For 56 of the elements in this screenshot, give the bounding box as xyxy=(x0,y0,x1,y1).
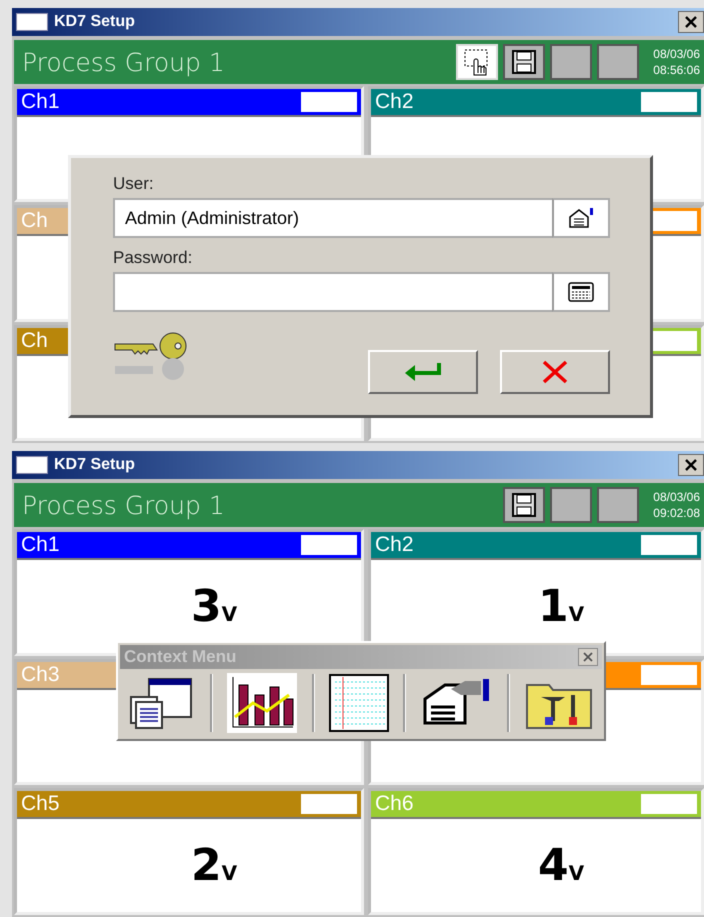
channel-label: Ch xyxy=(21,209,48,234)
chart-icon[interactable] xyxy=(227,673,298,733)
close-icon xyxy=(684,15,698,29)
channel-label: Ch xyxy=(21,328,48,353)
indicator-box xyxy=(641,794,697,814)
channel-value: 2V xyxy=(190,840,238,892)
close-icon xyxy=(684,458,698,472)
close-button[interactable] xyxy=(678,454,704,476)
user-card-icon xyxy=(568,207,594,229)
group-title: Process Group 1 xyxy=(22,490,226,520)
keyboard-button[interactable] xyxy=(552,272,610,312)
cancel-button[interactable] xyxy=(500,350,610,394)
channel-label: Ch6 xyxy=(375,792,414,816)
touch-button[interactable] xyxy=(456,44,498,80)
channel-value: 3V xyxy=(190,580,238,632)
window-title: KD7 Setup xyxy=(54,13,136,31)
user-list-button[interactable] xyxy=(552,198,610,238)
indicator-box xyxy=(641,535,697,555)
close-button[interactable] xyxy=(678,11,704,33)
password-label: Password: xyxy=(113,248,194,268)
indicator-box xyxy=(641,92,697,112)
channel-label: Ch3 xyxy=(21,662,60,687)
window-title: KD7 Setup xyxy=(54,456,136,474)
channel-label: Ch2 xyxy=(375,533,414,557)
enter-arrow-icon xyxy=(403,361,443,383)
toolbar-button[interactable] xyxy=(597,44,640,80)
group-title: Process Group 1 xyxy=(22,48,226,76)
channel-value: 1V xyxy=(538,580,584,632)
indicator-box xyxy=(301,92,357,112)
window-icon xyxy=(16,456,48,474)
close-icon xyxy=(582,651,594,663)
save-button[interactable] xyxy=(503,44,546,80)
grid-icon[interactable] xyxy=(328,674,389,732)
user-field[interactable]: Admin (Administrator) xyxy=(113,198,552,238)
channel-label: Ch1 xyxy=(21,90,60,114)
toolbar-button[interactable] xyxy=(597,487,640,523)
channel-label: Ch1 xyxy=(21,533,60,557)
indicator-box xyxy=(301,535,357,555)
indicator-box xyxy=(641,664,697,685)
window-icon xyxy=(16,13,48,31)
time-text: 09:02:08 xyxy=(653,505,700,521)
toolbar-button[interactable] xyxy=(550,44,592,80)
date-text: 08/03/06 xyxy=(653,46,700,62)
channel-value: 4V xyxy=(538,840,584,892)
toolbar-button[interactable] xyxy=(550,487,592,523)
save-button[interactable] xyxy=(503,487,546,523)
cross-icon xyxy=(540,359,570,385)
user-label: User: xyxy=(113,174,155,194)
password-field[interactable] xyxy=(113,272,552,312)
channel-label: Ch5 xyxy=(21,792,60,816)
channel-label: Ch2 xyxy=(375,90,414,114)
indicator-box xyxy=(301,794,357,814)
keyboard-icon xyxy=(568,282,594,302)
confirm-button[interactable] xyxy=(368,350,478,394)
time-text: 08:56:06 xyxy=(653,62,700,78)
date-text: 08/03/06 xyxy=(653,489,700,505)
